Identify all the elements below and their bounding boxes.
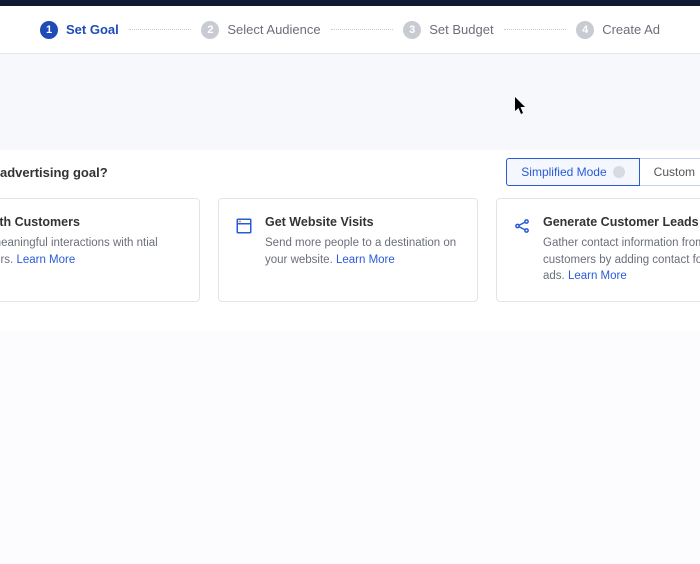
- step-number-4: 4: [576, 21, 594, 39]
- card-description: age in meaningful interactions with ntia…: [0, 235, 183, 268]
- step-number-2: 2: [201, 21, 219, 39]
- step-number-1: 1: [40, 21, 58, 39]
- empty-area: [0, 330, 700, 564]
- card-title: Get Website Visits: [265, 215, 461, 229]
- goal-card-connect-customers[interactable]: nect with Customers age in meaningful in…: [0, 198, 200, 302]
- goal-section: advertising goal? Simplified Mode Custom…: [0, 150, 700, 330]
- step-divider: [504, 29, 567, 30]
- mode-toggle: Simplified Mode Custom: [506, 158, 700, 186]
- mouse-cursor-icon: [514, 97, 528, 115]
- progress-stepper: 1 Set Goal 2 Select Audience 3 Set Budge…: [0, 6, 700, 54]
- card-description: Gather contact information from po custo…: [543, 235, 700, 285]
- custom-mode-button[interactable]: Custom: [640, 158, 700, 186]
- step-divider: [331, 29, 394, 30]
- card-description: Send more people to a destination on you…: [265, 235, 461, 268]
- goal-heading: advertising goal?: [0, 165, 108, 180]
- step-create-ad[interactable]: 4 Create Ad: [576, 21, 660, 39]
- share-icon: [513, 217, 531, 235]
- step-set-budget[interactable]: 3 Set Budget: [403, 21, 493, 39]
- custom-mode-label: Custom: [654, 165, 695, 179]
- learn-more-link[interactable]: Learn More: [336, 254, 395, 266]
- website-icon: [235, 217, 253, 235]
- step-number-3: 3: [403, 21, 421, 39]
- step-label-3: Set Budget: [429, 22, 493, 37]
- card-title: Generate Customer Leads: [543, 215, 700, 229]
- step-divider: [129, 29, 192, 30]
- step-label-1: Set Goal: [66, 22, 119, 37]
- simplified-mode-label: Simplified Mode: [521, 165, 606, 179]
- step-label-4: Create Ad: [602, 22, 660, 37]
- info-icon: [613, 166, 625, 178]
- goal-cards-row: nect with Customers age in meaningful in…: [0, 198, 700, 320]
- learn-more-link[interactable]: Learn More: [16, 254, 75, 266]
- goal-section-header: advertising goal? Simplified Mode Custom: [0, 150, 700, 198]
- step-label-2: Select Audience: [227, 22, 320, 37]
- learn-more-link[interactable]: Learn More: [568, 270, 627, 282]
- card-title: nect with Customers: [0, 215, 183, 229]
- goal-card-generate-leads[interactable]: Generate Customer Leads Gather contact i…: [496, 198, 700, 302]
- goal-card-website-visits[interactable]: Get Website Visits Send more people to a…: [218, 198, 478, 302]
- step-select-audience[interactable]: 2 Select Audience: [201, 21, 320, 39]
- simplified-mode-button[interactable]: Simplified Mode: [506, 158, 639, 186]
- step-set-goal[interactable]: 1 Set Goal: [40, 21, 119, 39]
